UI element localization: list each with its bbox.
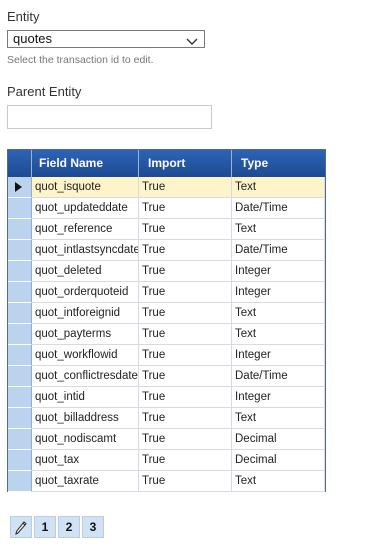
cell-import[interactable]: True bbox=[139, 471, 232, 492]
table-row[interactable]: quot_reference True Text bbox=[8, 219, 325, 240]
table-row[interactable]: quot_billaddress True Text bbox=[8, 408, 325, 429]
cell-field-name[interactable]: quot_isquote bbox=[32, 177, 139, 198]
cell-type[interactable]: Integer bbox=[232, 282, 325, 303]
row-selector[interactable] bbox=[8, 219, 32, 240]
table-row[interactable]: quot_deleted True Integer bbox=[8, 261, 325, 282]
cell-import[interactable]: True bbox=[139, 387, 232, 408]
table-row[interactable]: quot_intid True Integer bbox=[8, 387, 325, 408]
cell-import[interactable]: True bbox=[139, 240, 232, 261]
cell-type[interactable]: Text bbox=[232, 408, 325, 429]
cell-import[interactable]: True bbox=[139, 429, 232, 450]
cell-type[interactable]: Date/Time bbox=[232, 198, 325, 219]
cell-type[interactable]: Text bbox=[232, 324, 325, 345]
cell-type[interactable]: Date/Time bbox=[232, 240, 325, 261]
cell-import[interactable]: True bbox=[139, 345, 232, 366]
row-selector[interactable] bbox=[8, 240, 32, 261]
cell-import[interactable]: True bbox=[139, 261, 232, 282]
row-selector[interactable] bbox=[8, 366, 32, 387]
pencil-icon[interactable] bbox=[10, 516, 32, 538]
cell-import[interactable]: True bbox=[139, 303, 232, 324]
cell-import[interactable]: True bbox=[139, 450, 232, 471]
cell-field-name[interactable]: quot_intforeignid bbox=[32, 303, 139, 324]
row-selector[interactable] bbox=[8, 429, 32, 450]
cell-field-name[interactable]: quot_reference bbox=[32, 219, 139, 240]
cell-field-name[interactable]: quot_workflowid bbox=[32, 345, 139, 366]
page-1-button[interactable]: 1 bbox=[34, 516, 56, 538]
column-header-field-name[interactable]: Field Name bbox=[32, 150, 139, 177]
row-selector[interactable] bbox=[8, 261, 32, 282]
cell-field-name[interactable]: quot_nodiscamt bbox=[32, 429, 139, 450]
table-row[interactable]: quot_conflictresdate True Date/Time bbox=[8, 366, 325, 387]
parent-entity-label: Parent Entity bbox=[7, 84, 82, 99]
table-row[interactable]: quot_updateddate True Date/Time bbox=[8, 198, 325, 219]
cell-type[interactable]: Decimal bbox=[232, 429, 325, 450]
cell-field-name[interactable]: quot_billaddress bbox=[32, 408, 139, 429]
chevron-down-icon bbox=[186, 34, 198, 50]
cell-import[interactable]: True bbox=[139, 219, 232, 240]
cell-import[interactable]: True bbox=[139, 324, 232, 345]
cell-type[interactable]: Text bbox=[232, 471, 325, 492]
cell-field-name[interactable]: quot_intid bbox=[32, 387, 139, 408]
cell-field-name[interactable]: quot_intlastsyncdate bbox=[32, 240, 139, 261]
cell-field-name[interactable]: quot_updateddate bbox=[32, 198, 139, 219]
cell-type[interactable]: Date/Time bbox=[232, 366, 325, 387]
column-header-type[interactable]: Type bbox=[232, 150, 325, 177]
row-selector[interactable] bbox=[8, 471, 32, 492]
entity-hint: Select the transaction id to edit. bbox=[7, 54, 154, 66]
entity-select-value: quotes bbox=[13, 31, 53, 46]
page-3-button[interactable]: 3 bbox=[82, 516, 104, 538]
cell-type[interactable]: Integer bbox=[232, 387, 325, 408]
fields-grid: Field Name Import Type quot_isquote True T… bbox=[7, 149, 326, 492]
row-selector[interactable] bbox=[8, 408, 32, 429]
grid-header: Field Name Import Type bbox=[8, 150, 325, 177]
row-selector[interactable] bbox=[8, 345, 32, 366]
cell-type[interactable]: Text bbox=[232, 219, 325, 240]
cell-field-name[interactable]: quot_conflictresdate bbox=[32, 366, 139, 387]
grid-header-selector bbox=[8, 150, 32, 177]
table-row[interactable]: quot_taxrate True Text bbox=[8, 471, 325, 492]
cell-import[interactable]: True bbox=[139, 408, 232, 429]
current-row-arrow-icon bbox=[15, 182, 22, 192]
table-row[interactable]: quot_intforeignid True Text bbox=[8, 303, 325, 324]
row-selector[interactable] bbox=[8, 177, 32, 198]
cell-type[interactable]: Integer bbox=[232, 261, 325, 282]
cell-type[interactable]: Text bbox=[232, 303, 325, 324]
cell-import[interactable]: True bbox=[139, 198, 232, 219]
entity-label: Entity bbox=[7, 9, 40, 24]
row-selector[interactable] bbox=[8, 198, 32, 219]
cell-import[interactable]: True bbox=[139, 282, 232, 303]
cell-field-name[interactable]: quot_taxrate bbox=[32, 471, 139, 492]
cell-field-name[interactable]: quot_orderquoteid bbox=[32, 282, 139, 303]
cell-import[interactable]: True bbox=[139, 177, 232, 198]
table-row[interactable]: quot_payterms True Text bbox=[8, 324, 325, 345]
cell-type[interactable]: Text bbox=[232, 177, 325, 198]
entity-select[interactable]: quotes bbox=[7, 30, 205, 48]
table-row[interactable]: quot_nodiscamt True Decimal bbox=[8, 429, 325, 450]
row-selector[interactable] bbox=[8, 324, 32, 345]
table-row[interactable]: quot_orderquoteid True Integer bbox=[8, 282, 325, 303]
cell-field-name[interactable]: quot_deleted bbox=[32, 261, 139, 282]
row-selector[interactable] bbox=[8, 387, 32, 408]
row-selector[interactable] bbox=[8, 282, 32, 303]
table-row[interactable]: quot_workflowid True Integer bbox=[8, 345, 325, 366]
cell-import[interactable]: True bbox=[139, 366, 232, 387]
row-selector[interactable] bbox=[8, 450, 32, 471]
column-header-import[interactable]: Import bbox=[139, 150, 232, 177]
table-row[interactable]: quot_isquote True Text bbox=[8, 177, 325, 198]
cell-type[interactable]: Integer bbox=[232, 345, 325, 366]
cell-type[interactable]: Decimal bbox=[232, 450, 325, 471]
row-selector[interactable] bbox=[8, 303, 32, 324]
cell-field-name[interactable]: quot_payterms bbox=[32, 324, 139, 345]
parent-entity-input[interactable] bbox=[7, 105, 212, 129]
table-row[interactable]: quot_intlastsyncdate True Date/Time bbox=[8, 240, 325, 261]
page-2-button[interactable]: 2 bbox=[58, 516, 80, 538]
table-row[interactable]: quot_tax True Decimal bbox=[8, 450, 325, 471]
cell-field-name[interactable]: quot_tax bbox=[32, 450, 139, 471]
